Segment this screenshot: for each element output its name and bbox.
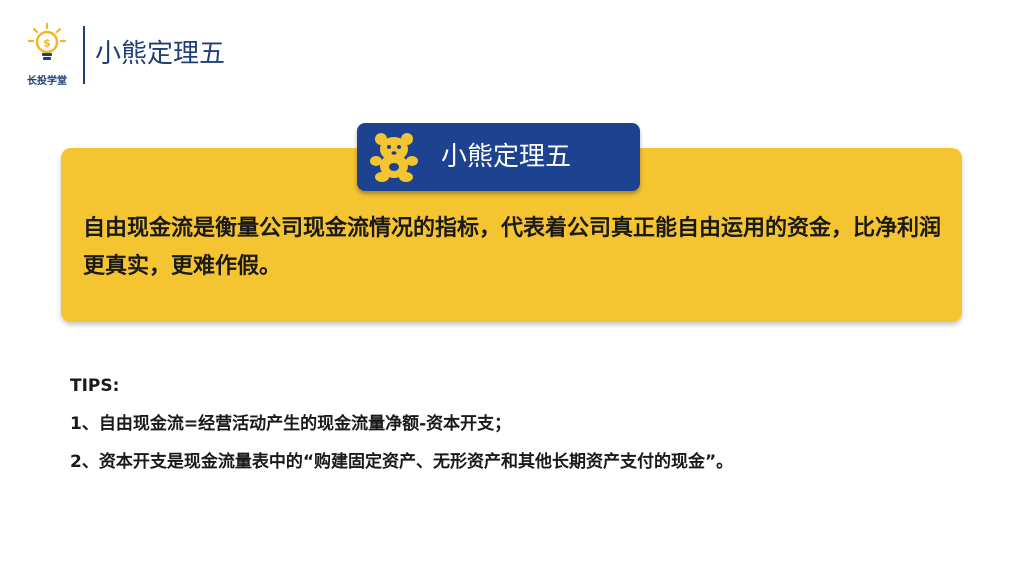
- tips-section: TIPS: 1、自由现金流=经营活动产生的现金流量净额-资本开支； 2、资本开支…: [70, 372, 970, 476]
- logo-caption: 长投学堂: [27, 76, 67, 87]
- theorem-text: 自由现金流是衡量公司现金流情况的指标，代表着公司真正能自由运用的资金，比净利润更…: [83, 216, 942, 279]
- header-divider: [83, 26, 85, 84]
- tip-item-2: 2、资本开支是现金流量表中的“购建固定资产、无形资产和其他长期资产支付的现金”。: [70, 452, 734, 472]
- tips-heading: TIPS:: [70, 376, 120, 396]
- tip-item-1: 1、自由现金流=经营活动产生的现金流量净额-资本开支；: [70, 414, 512, 434]
- svg-text:$: $: [43, 37, 51, 50]
- slide: $ 长投学堂 小熊定理五 自由现金流是衡量公司现金流情况的指标，代表着公司真正能…: [0, 0, 1024, 576]
- lightbulb-icon: $: [27, 22, 67, 60]
- badge-label: 小熊定理五: [441, 142, 572, 172]
- theorem-badge: 小熊定理五: [357, 123, 640, 191]
- page-title: 小熊定理五: [95, 39, 226, 69]
- bear-icon: [370, 133, 418, 182]
- logo: $ 长投学堂: [18, 22, 76, 87]
